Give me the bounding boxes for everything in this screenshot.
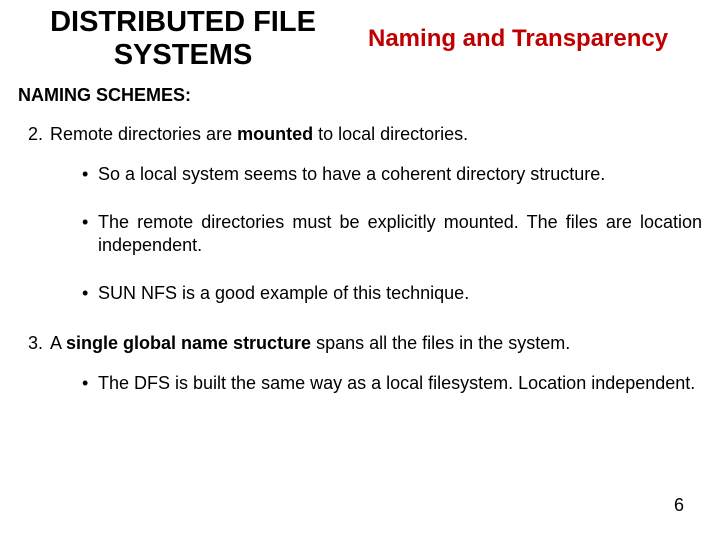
- item3-post: spans all the files in the system.: [311, 333, 570, 353]
- item3-pre: A: [50, 333, 66, 353]
- list-number: 2.: [28, 124, 50, 145]
- slide-title-right: Naming and Transparency: [368, 25, 668, 53]
- list-item-3: 3.A single global name structure spans a…: [18, 333, 702, 354]
- list-number: 3.: [28, 333, 50, 354]
- bullet-item: The remote directories must be explicitl…: [82, 211, 702, 256]
- bullet-item: The DFS is built the same way as a local…: [82, 372, 702, 395]
- page-number: 6: [674, 495, 684, 516]
- section-heading: NAMING SCHEMES:: [18, 85, 702, 106]
- item2-pre: Remote directories are: [50, 124, 237, 144]
- title-line1: DISTRIBUTED FILE: [50, 6, 316, 38]
- item3-bullets: The DFS is built the same way as a local…: [82, 372, 702, 395]
- slide-title-left: DISTRIBUTED FILE SYSTEMS: [18, 6, 348, 73]
- slide: DISTRIBUTED FILE SYSTEMS Naming and Tran…: [0, 0, 720, 540]
- bullet-item: So a local system seems to have a cohere…: [82, 163, 702, 186]
- item2-post: to local directories.: [313, 124, 468, 144]
- item2-bullets: So a local system seems to have a cohere…: [82, 163, 702, 305]
- item3-bold: single global name structure: [66, 333, 311, 353]
- item2-bold: mounted: [237, 124, 313, 144]
- bullet-item: SUN NFS is a good example of this techni…: [82, 282, 702, 305]
- list-item-2: 2.Remote directories are mounted to loca…: [18, 124, 702, 145]
- title-line2: SYSTEMS: [114, 39, 253, 71]
- slide-header: DISTRIBUTED FILE SYSTEMS Naming and Tran…: [18, 6, 702, 73]
